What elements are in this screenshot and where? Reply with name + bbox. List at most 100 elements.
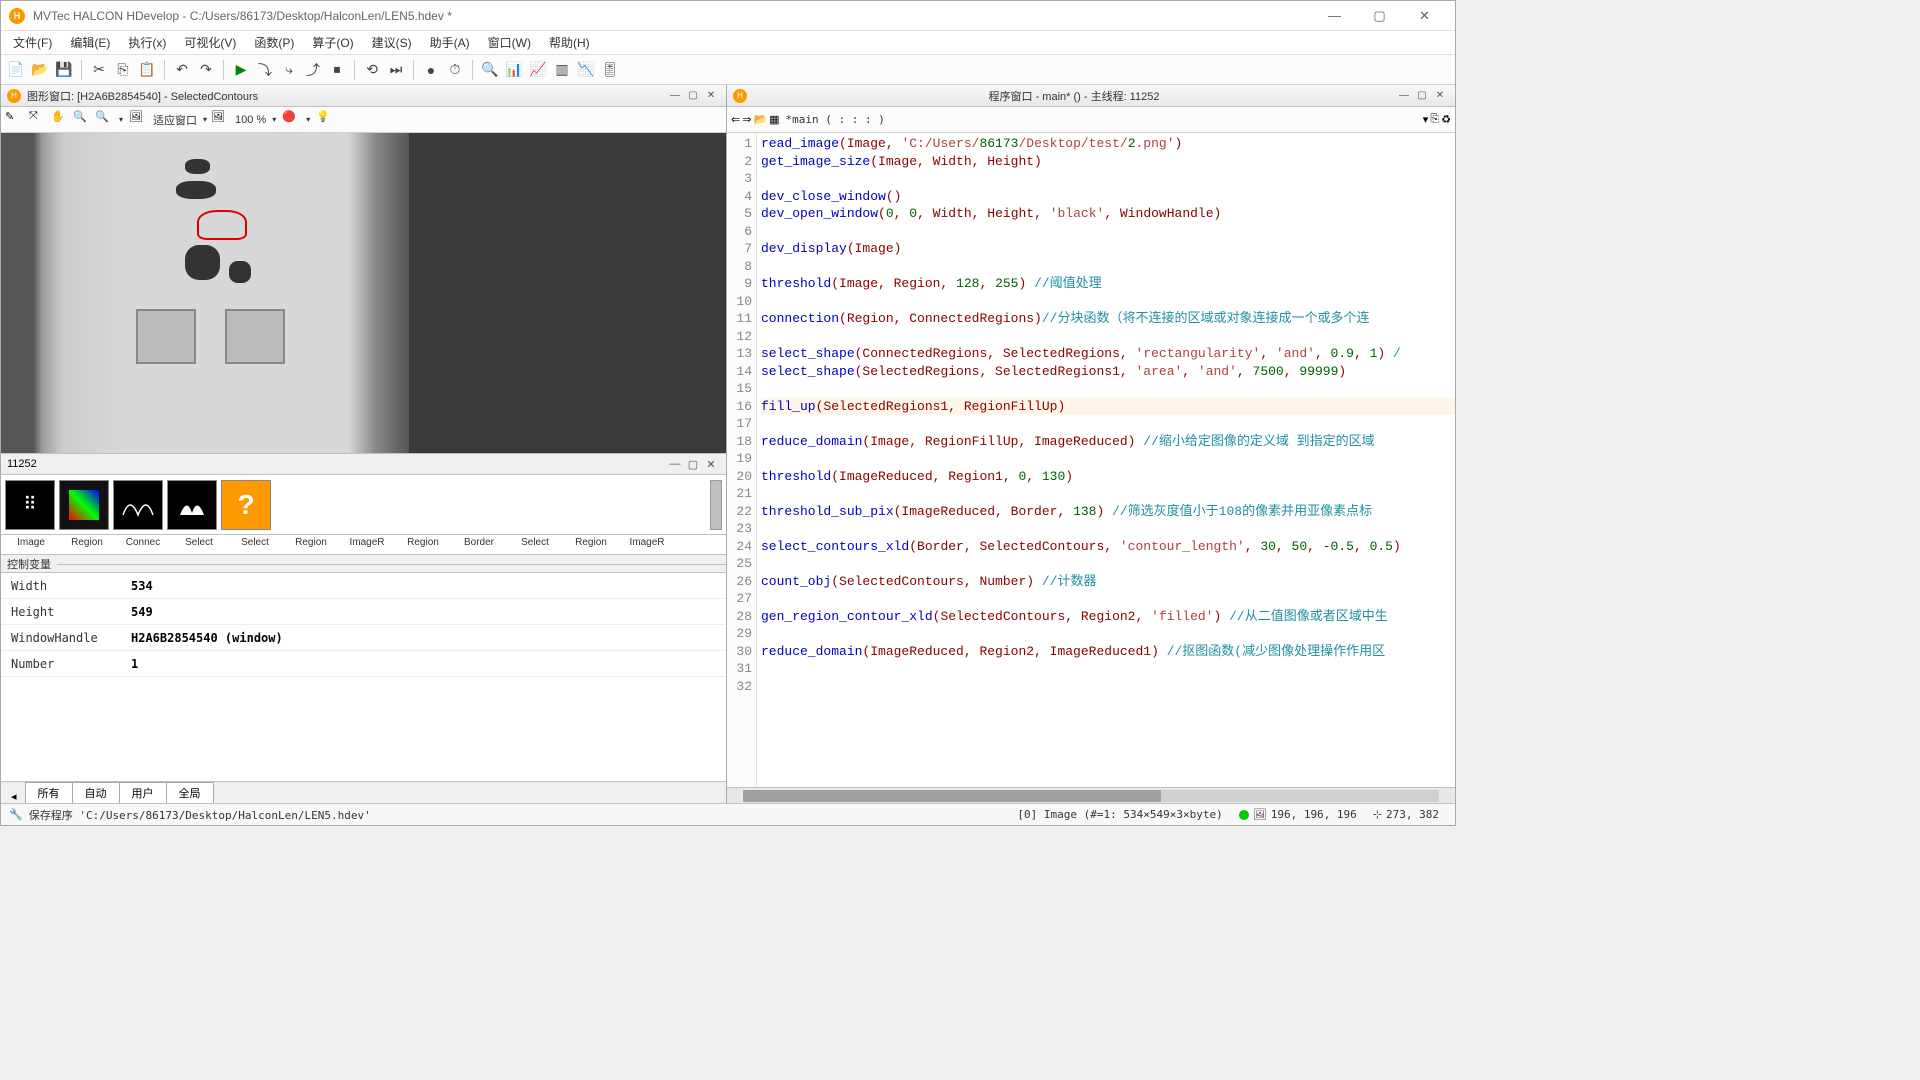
app-icon: H [9,8,25,24]
zoom-icon[interactable]: 🔍 [479,59,501,81]
code-location[interactable]: *main ( : : : ) [782,113,1421,126]
tab-global[interactable]: 全局 [166,782,214,803]
close-icon[interactable]: ✕ [702,88,720,104]
copy-func-icon[interactable]: ⎘ [1430,113,1439,126]
variable-row[interactable]: Number 1 [1,651,726,677]
tuning-icon[interactable]: 🎚 [599,59,621,81]
menu-visualize[interactable]: 可视化(V) [176,32,244,53]
folder-icon[interactable]: 📂 [753,113,767,126]
paste-icon[interactable]: 📋 [136,59,158,81]
menu-function[interactable]: 函数(P) [246,32,302,53]
thumbnail-strip: ⠿ ? [1,475,726,535]
var-name: Number [1,657,131,671]
graphic-view[interactable] [1,133,726,453]
zoom-in-icon[interactable]: 🔍 [73,110,93,130]
skip-icon[interactable]: ⏭ [385,59,407,81]
copy-icon[interactable]: ⎘ [112,59,134,81]
back-icon[interactable]: ⇐ [731,113,740,126]
program-window-titlebar[interactable]: H 程序窗口 - main* () - 主线程: 11252 — ▢ ✕ [727,85,1455,107]
menu-help[interactable]: 帮助(H) [541,32,598,53]
function-icon[interactable]: ▦ [769,113,779,126]
histogram-icon[interactable]: 📊 [503,59,525,81]
step-into-icon[interactable]: ⤷ [278,59,300,81]
minimize-button[interactable]: — [1312,2,1357,30]
graphic-window-titlebar[interactable]: H 图形窗口: [H2A6B2854540] - SelectedContour… [1,85,726,107]
horizontal-scrollbar[interactable] [727,787,1455,803]
maximize-icon[interactable]: ▢ [684,458,702,471]
step-out-icon[interactable]: ⤴ [302,59,324,81]
feature-icon[interactable]: ▥ [551,59,573,81]
save-icon[interactable]: 💾 [53,59,75,81]
bulb-icon[interactable]: 💡 [316,110,336,130]
profile-icon[interactable]: 📈 [527,59,549,81]
separator [223,60,224,80]
menubar: 文件(F) 编辑(E) 执行(x) 可视化(V) 函数(P) 算子(O) 建议(… [1,31,1455,55]
status-icon: 🔧 [9,808,23,821]
close-icon[interactable]: ✕ [702,458,720,471]
close-icon[interactable]: ✕ [1431,88,1449,104]
image-display[interactable] [1,133,409,453]
menu-assist[interactable]: 助手(A) [422,32,478,53]
variable-row[interactable]: Width 534 [1,573,726,599]
pencil-icon[interactable]: ✎ [5,110,25,130]
tab-auto[interactable]: 自动 [72,782,120,803]
minimize-icon[interactable]: — [666,458,684,470]
thumbs-titlebar[interactable]: 11252 — ▢ ✕ [1,453,726,475]
var-name: Height [1,605,131,619]
zoom-out-icon[interactable]: 🔍 [95,110,115,130]
thumb-label: Select [509,535,561,554]
code-editor[interactable]: 1234567891011121314151617181920212223242… [727,133,1455,787]
redo-icon[interactable]: ↷ [195,59,217,81]
image2-icon[interactable]: 🖼 [211,110,231,130]
maximize-icon[interactable]: ▢ [1413,88,1431,104]
menu-window[interactable]: 窗口(W) [480,32,539,53]
tab-user[interactable]: 用户 [119,782,167,803]
thumbnail[interactable] [167,480,217,530]
recycle-icon[interactable]: ♻ [1441,113,1451,126]
variable-row[interactable]: Height 549 [1,599,726,625]
status-message: 保存程序 'C:/Users/86173/Desktop/HalconLen/L… [23,807,1010,823]
thumbnail[interactable] [113,480,163,530]
colors-icon[interactable]: 🔴 [282,110,302,130]
variable-row[interactable]: WindowHandle H2A6B2854540 (window) [1,625,726,651]
zoom-percent[interactable]: 100 % [233,114,268,126]
separator [354,60,355,80]
timer-icon[interactable]: ⏱ [444,59,466,81]
cut-icon[interactable]: ✂ [88,59,110,81]
tab-all[interactable]: 所有 [25,782,73,803]
thumbnail-unknown[interactable]: ? [221,480,271,530]
minimize-icon[interactable]: — [1395,88,1413,104]
stop-icon[interactable]: ⏹ [326,59,348,81]
main-area: H 图形窗口: [H2A6B2854540] - SelectedContour… [1,85,1455,803]
undo-icon[interactable]: ↶ [171,59,193,81]
code-lines[interactable]: read_image(Image, 'C:/Users/86173/Deskto… [757,133,1455,787]
minimize-icon[interactable]: — [666,88,684,104]
run-icon[interactable]: ▶ [230,59,252,81]
new-icon[interactable]: 📄 [5,59,27,81]
separator [413,60,414,80]
reset-icon[interactable]: ⟲ [361,59,383,81]
maximize-button[interactable]: ▢ [1357,2,1402,30]
titlebar[interactable]: H MVTec HALCON HDevelop - C:/Users/86173… [1,1,1455,31]
hand-icon[interactable]: ✋ [51,110,71,130]
graphic-toolbar: ✎ ⤧ ✋ 🔍 🔍 ▾ 🖼 适应窗口 ▾ 🖼 100 % ▾ 🔴 ▾ 💡 [1,107,726,133]
menu-operator[interactable]: 算子(O) [304,32,361,53]
thumbnail[interactable]: ⠿ [5,480,55,530]
forward-icon[interactable]: ⇒ [742,113,751,126]
close-button[interactable]: ✕ [1402,2,1447,30]
maximize-icon[interactable]: ▢ [684,88,702,104]
thumb-scrollbar[interactable] [710,480,722,530]
menu-execute[interactable]: 执行(x) [120,32,174,53]
graychart-icon[interactable]: 📉 [575,59,597,81]
step-over-icon[interactable]: ⤵ [254,59,276,81]
breakpoint-icon[interactable]: ● [420,59,442,81]
pointer-icon[interactable]: ⤧ [29,110,49,130]
fit-window-label[interactable]: 适应窗口 [151,112,199,128]
menu-file[interactable]: 文件(F) [5,32,60,53]
menu-suggest[interactable]: 建议(S) [364,32,420,53]
menu-edit[interactable]: 编辑(E) [62,32,118,53]
open-icon[interactable]: 📂 [29,59,51,81]
image-icon[interactable]: 🖼 [129,110,149,130]
variable-table[interactable]: Width 534 Height 549 WindowHandle H2A6B2… [1,573,726,781]
thumbnail[interactable] [59,480,109,530]
